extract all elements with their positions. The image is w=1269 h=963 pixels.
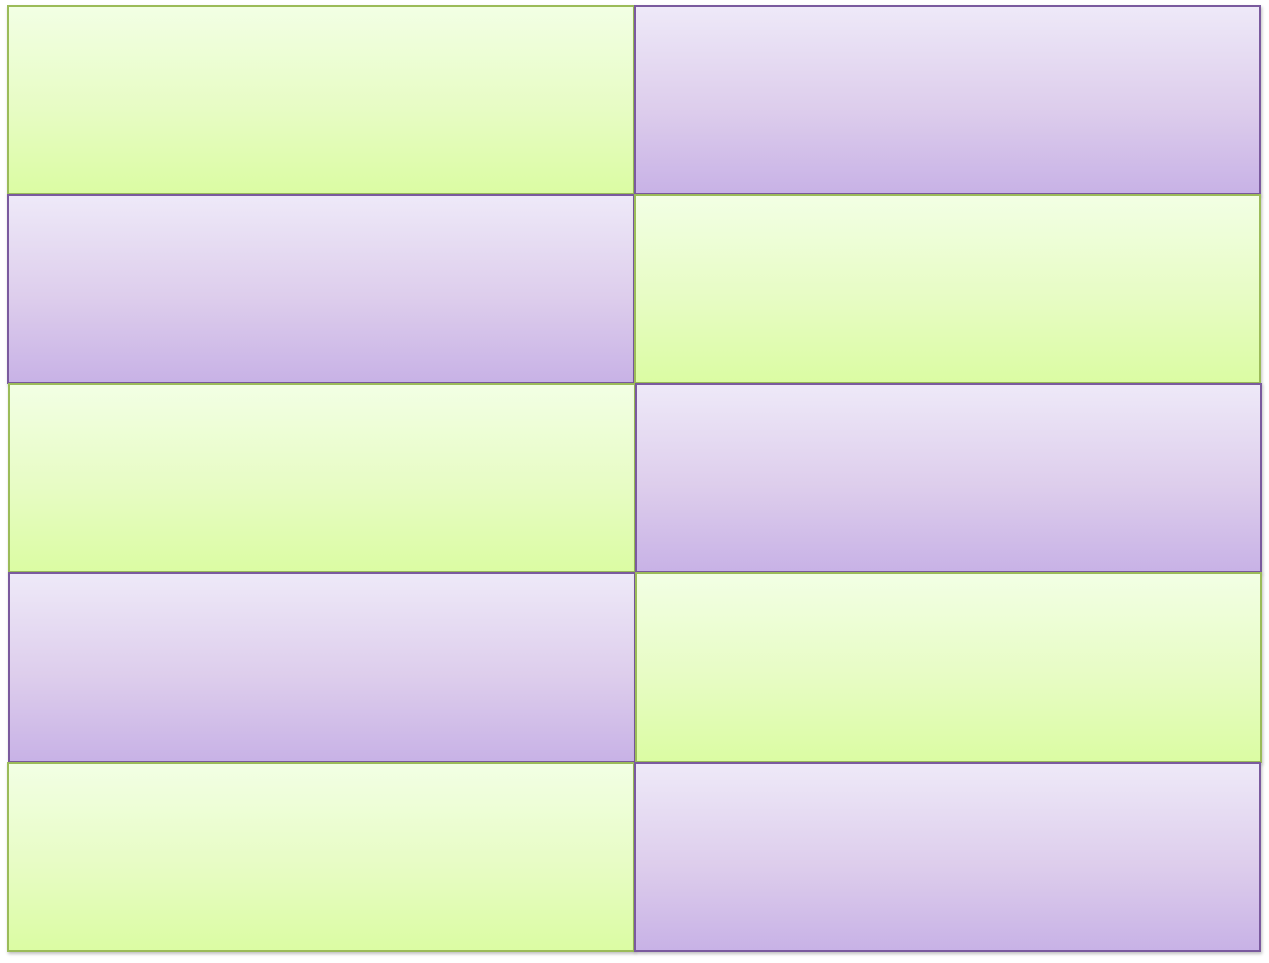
tile-row1-right xyxy=(634,5,1261,195)
tile-row5-right xyxy=(634,762,1261,952)
tile-row3-right xyxy=(635,383,1262,573)
tile-row4-left xyxy=(8,572,636,763)
tile-row2-right xyxy=(634,194,1261,384)
tile-row3-left xyxy=(8,383,636,573)
tile-row1-left xyxy=(7,5,635,195)
tile-row4-right xyxy=(635,572,1262,763)
tile-row2-left xyxy=(7,194,635,384)
checkerboard-canvas xyxy=(0,0,1269,963)
tile-row5-left xyxy=(7,762,635,952)
